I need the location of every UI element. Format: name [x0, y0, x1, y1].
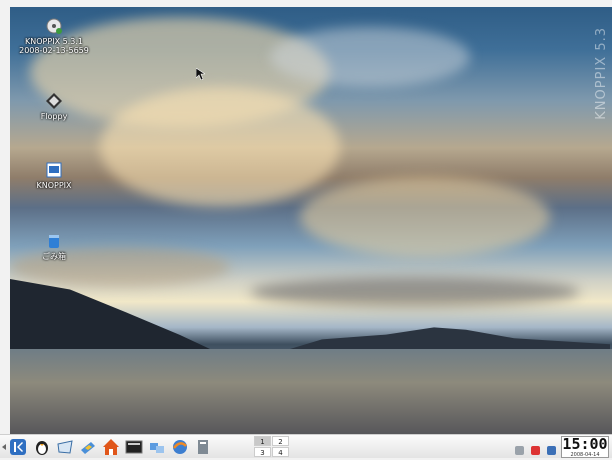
pager-desktop-3[interactable]: 3: [254, 447, 271, 457]
floppy-icon: [45, 92, 63, 110]
penguin-icon[interactable]: [33, 438, 51, 456]
right-island: [290, 327, 610, 349]
system-tray: [515, 440, 558, 455]
mouse-cursor-icon: [196, 68, 205, 80]
browser-icon[interactable]: [171, 438, 189, 456]
clock-time: 15:00: [562, 435, 608, 453]
network-icon[interactable]: [148, 438, 166, 456]
pager-desktop-2[interactable]: 2: [272, 436, 289, 446]
desktop-icon-label: Floppy: [40, 112, 68, 121]
desktop-icon-trash[interactable]: ごみ箱: [14, 232, 94, 261]
cd-drive-icon: [45, 17, 63, 35]
flag-icon[interactable]: [531, 446, 541, 455]
cloud-shape: [250, 277, 580, 307]
left-headland: [10, 279, 210, 349]
water: [10, 349, 612, 434]
knoppix-home-icon: [45, 161, 63, 179]
keyboard-icon[interactable]: [547, 446, 557, 455]
desktop-icon-label: KNOPPIX: [36, 181, 72, 190]
desktop-icon-cdrom[interactable]: KNOPPIX 5.3.1 2008-02-13-5659: [14, 17, 94, 55]
taskbar: 1 2 3 4 15:00 2008-04-14: [0, 434, 612, 458]
printer-icon[interactable]: [515, 446, 524, 455]
distro-watermark: KNOPPIX 5.3: [594, 27, 609, 120]
panel-hide-arrow-icon[interactable]: [2, 444, 6, 450]
clock[interactable]: 15:00 2008-04-14: [561, 436, 609, 458]
kde-menu-icon[interactable]: [9, 438, 27, 456]
trash-icon: [45, 232, 63, 250]
cloud-shape: [300, 177, 550, 257]
pager-desktop-1[interactable]: 1: [254, 436, 271, 446]
pager-desktop-4[interactable]: 4: [272, 447, 289, 457]
desktop[interactable]: KNOPPIX 5.3 KNOPPIX 5.3.1 2008-02-13-565…: [10, 7, 612, 434]
home-folder-icon[interactable]: [102, 438, 120, 456]
konqueror-icon[interactable]: [56, 438, 74, 456]
desktop-icon-label: ごみ箱: [42, 252, 66, 261]
desktop-pager[interactable]: 1 2 3 4: [254, 436, 290, 458]
text-editor-icon[interactable]: [194, 438, 212, 456]
office-icon[interactable]: [79, 438, 97, 456]
terminal-icon[interactable]: [125, 438, 143, 456]
desktop-icon-label: KNOPPIX 5.3.1 2008-02-13-5659: [19, 37, 89, 55]
desktop-icon-knoppix[interactable]: KNOPPIX: [14, 161, 94, 190]
cloud-shape: [270, 27, 470, 87]
cloud-shape: [100, 87, 340, 207]
desktop-icon-floppy[interactable]: Floppy: [14, 92, 94, 121]
